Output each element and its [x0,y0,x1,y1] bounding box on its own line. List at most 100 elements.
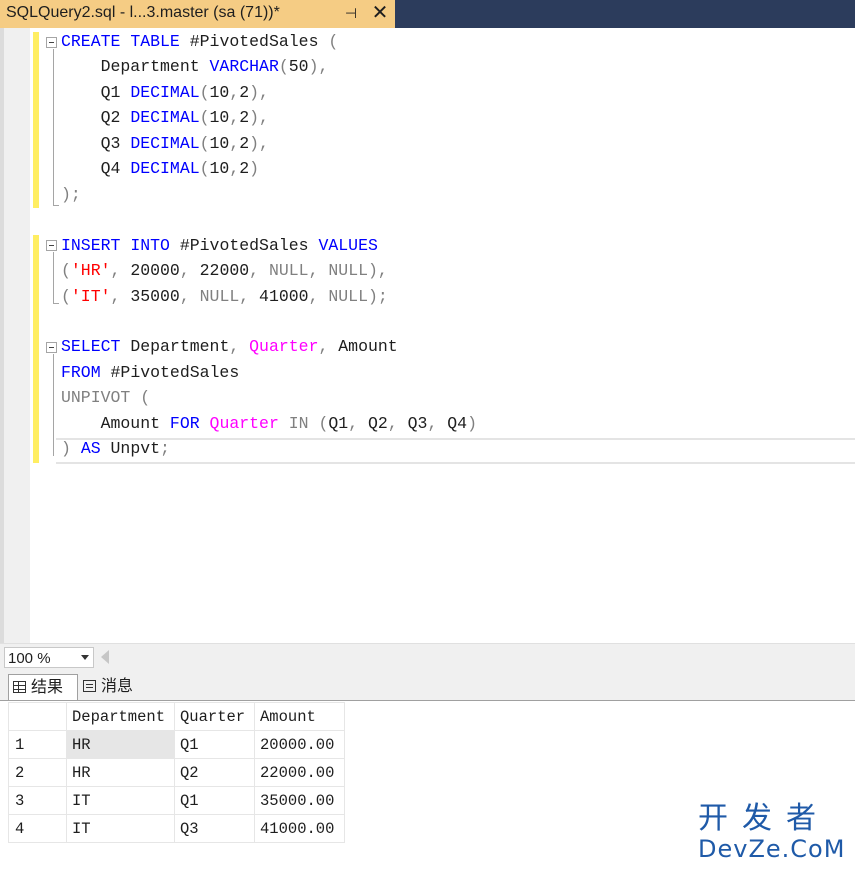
grid-cell-quarter[interactable]: Q1 [174,786,255,815]
code-token: , [387,413,398,433]
column-header-department[interactable]: Department [66,702,175,731]
code-token: ( [199,133,210,153]
pin-icon[interactable]: ⊣ [343,3,359,23]
code-token: 10 [209,108,230,128]
code-token: VARCHAR [209,57,279,77]
grid-cell-quarter[interactable]: Q2 [174,758,255,787]
row-header-corner[interactable] [8,702,67,731]
code-token: Quarter [209,413,279,433]
code-token: , [229,159,240,179]
grid-cell-amount[interactable]: 22000.00 [254,758,345,787]
row-number[interactable]: 2 [8,758,67,787]
code-token: , [110,286,121,306]
code-line[interactable]: Q4 DECIMAL(10,2) [61,156,259,181]
grid-cell-amount[interactable]: 20000.00 [254,730,345,759]
table-row: 4 IT Q3 41000.00 [8,814,345,843]
outline-guide-end [53,303,59,304]
collapse-toggle-icon[interactable] [46,342,57,353]
collapse-toggle-icon[interactable] [46,37,57,48]
grid-cell-department[interactable]: IT [66,814,175,843]
code-token: #PivotedSales [169,235,319,255]
code-token: , [179,261,190,281]
code-token: Q2 [61,108,131,128]
code-token: , NULL, NULL), [249,261,388,281]
code-line[interactable]: ('HR', 20000, 22000, NULL, NULL), [61,258,388,283]
row-number[interactable]: 3 [8,786,67,815]
code-token: SELECT [61,337,121,357]
code-token: 'HR' [70,261,111,281]
zoom-dropdown[interactable]: 100 % [4,647,94,668]
row-number[interactable]: 1 [8,730,67,759]
tab-messages-label: 消息 [101,676,134,695]
grid-cell-quarter[interactable]: Q3 [174,814,255,843]
code-line[interactable]: ) AS Unpvt; [61,436,170,461]
grid-header-row: Department Quarter Amount [8,702,345,731]
code-token: ( [318,413,329,433]
code-token: AS [80,439,101,459]
chevron-down-icon[interactable] [81,655,89,660]
grid-cell-quarter[interactable]: Q1 [174,730,255,759]
code-token: DECIMAL [130,133,200,153]
grid-cell-amount[interactable]: 35000.00 [254,786,345,815]
code-line[interactable]: ); [61,182,81,207]
code-token: ), [249,108,269,128]
code-token: ( [278,57,289,77]
code-line[interactable]: Q2 DECIMAL(10,2), [61,105,269,130]
tab-messages[interactable]: 消息 [79,674,143,700]
document-tab-bar: SQLQuery2.sql - l...3.master (sa (71))* … [0,0,855,28]
current-line-highlight [56,438,855,464]
code-line[interactable]: INSERT INTO #PivotedSales VALUES [61,233,378,258]
row-number[interactable]: 4 [8,814,67,843]
code-line[interactable]: FROM #PivotedSales [61,360,239,385]
code-token: ) [467,413,477,433]
code-token: 22000 [189,261,250,281]
collapse-toggle-icon[interactable] [46,240,57,251]
code-line[interactable]: Department VARCHAR(50), [61,54,329,79]
code-line[interactable]: Amount FOR Quarter IN (Q1, Q2, Q3, Q4) [61,411,477,436]
document-tab[interactable]: SQLQuery2.sql - l...3.master (sa (71))* … [0,0,395,28]
grid-cell-department[interactable]: HR [66,730,175,759]
code-line[interactable]: Q1 DECIMAL(10,2), [61,80,269,105]
close-icon[interactable]: ✕ [370,2,390,24]
code-token: ), [308,57,329,77]
code-token: ( [61,261,71,281]
results-grid-area[interactable]: Department Quarter Amount 1 HR Q1 20000.… [0,701,855,870]
site-watermark: 开发者 DevZe.CoM [698,802,848,864]
query-editor[interactable]: CREATE TABLE #PivotedSales ( Department … [0,28,855,643]
code-line[interactable]: CREATE TABLE #PivotedSales ( [61,29,338,54]
code-token: #PivotedSales [100,362,240,382]
code-token: 2 [239,133,250,153]
grid-cell-department[interactable]: HR [66,758,175,787]
scroll-left-icon[interactable] [101,650,109,664]
messages-icon [83,680,96,692]
column-header-quarter[interactable]: Quarter [174,702,255,731]
code-token: 10 [209,159,230,179]
code-token: FROM [61,362,101,382]
code-token: Q4 [61,159,131,179]
results-grid[interactable]: Department Quarter Amount 1 HR Q1 20000.… [8,702,345,843]
code-line[interactable]: SELECT Department, Quarter, Amount [61,334,398,359]
code-line[interactable]: Q3 DECIMAL(10,2), [61,131,269,156]
outline-guide-end [53,205,59,206]
tab-results[interactable]: 结果 [8,674,78,700]
grid-cell-department[interactable]: IT [66,786,175,815]
code-token: DECIMAL [130,159,200,179]
code-token: UNPIVOT ( [61,388,151,408]
outline-guide [53,354,54,456]
table-row: 1 HR Q1 20000.00 [8,730,345,759]
code-token: ( [199,82,210,102]
code-line[interactable]: ('IT', 35000, NULL, 41000, NULL); [61,284,388,309]
code-token: 2 [239,82,250,102]
code-token: 2 [239,159,250,179]
grid-cell-amount[interactable]: 41000.00 [254,814,345,843]
code-token: Q3 [397,413,428,433]
column-header-amount[interactable]: Amount [254,702,345,731]
code-token: , NULL); [308,286,388,306]
code-token: ( [61,286,71,306]
zoom-value: 100 % [8,650,51,667]
code-token: , [348,413,359,433]
code-line[interactable]: UNPIVOT ( [61,385,150,410]
code-token: IN [288,413,309,433]
